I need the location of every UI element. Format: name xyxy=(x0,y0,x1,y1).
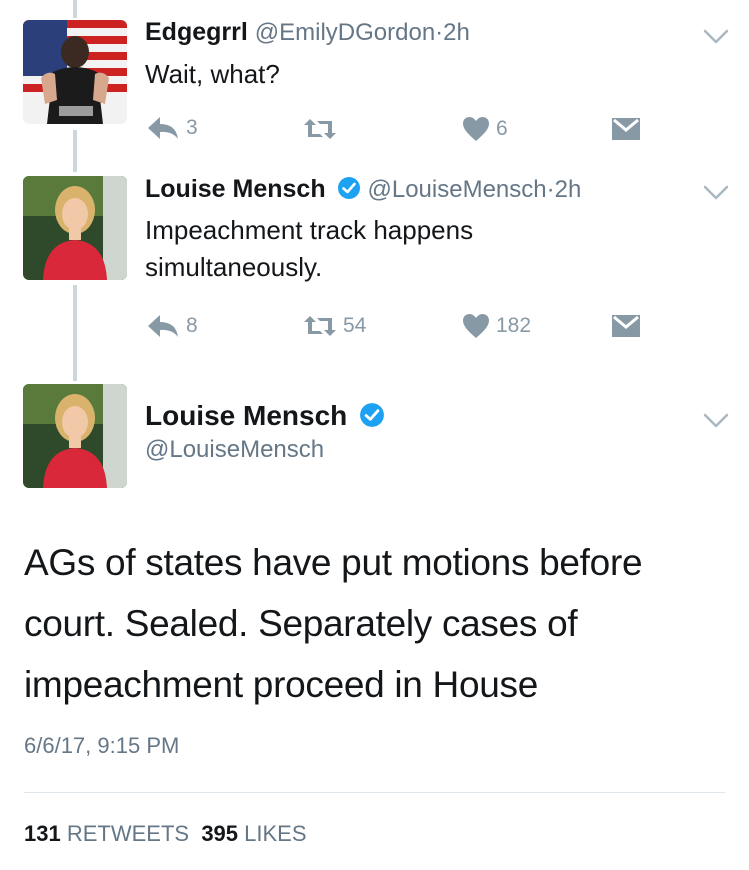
like-button[interactable]: 6 xyxy=(462,116,508,142)
retweet-count: 54 xyxy=(343,314,367,337)
like-count: 182 xyxy=(496,314,532,337)
reply-button[interactable]: 8 xyxy=(146,313,198,339)
main-tweet-name-row: Louise Mensch xyxy=(145,400,385,432)
verified-badge-icon xyxy=(360,403,384,427)
main-tweet-line3: impeachment proceed in House xyxy=(24,664,539,705)
retweet-total: 131 xyxy=(24,821,61,846)
retweets-label: RETWEETS xyxy=(66,821,190,846)
chevron-down-icon[interactable] xyxy=(703,413,729,429)
tweet-timestamp[interactable]: 6/6/17, 9:15 PM xyxy=(24,733,179,759)
reply-count: 3 xyxy=(186,116,198,139)
like-count: 6 xyxy=(496,117,508,140)
divider xyxy=(24,792,725,793)
tweet1-name[interactable]: Edgegrrl xyxy=(145,18,248,46)
thread-line-top xyxy=(73,0,77,18)
tweet1-time[interactable]: 2h xyxy=(443,19,470,46)
tweet2-name[interactable]: Louise Mensch xyxy=(145,175,326,203)
tweet1-header: Edgegrrl @EmilyDGordon·2h xyxy=(145,18,470,46)
reply-icon xyxy=(148,315,178,337)
main-tweet-handle[interactable]: @LouiseMensch xyxy=(145,436,324,464)
main-tweet-text: AGs of states have put motions before co… xyxy=(24,532,724,715)
avatar[interactable] xyxy=(23,176,127,280)
tweet2-text-line2: simultaneously. xyxy=(145,252,323,282)
tweet1-handle[interactable]: @EmilyDGordon xyxy=(255,19,435,46)
retweet-button[interactable] xyxy=(303,117,337,141)
chevron-down-icon[interactable] xyxy=(703,29,729,45)
verified-badge-icon xyxy=(337,177,360,199)
tweet2-header: Louise Mensch @LouiseMensch·2h xyxy=(145,175,582,203)
reply-icon xyxy=(148,117,178,139)
dm-icon xyxy=(612,118,640,140)
thread-line-2 xyxy=(73,285,77,381)
chevron-down-icon[interactable] xyxy=(703,185,729,201)
like-button[interactable]: 182 xyxy=(462,313,531,339)
avatar[interactable] xyxy=(23,384,127,488)
thread-line-1 xyxy=(73,130,77,172)
main-tweet-line2: court. Sealed. Separately cases of xyxy=(24,603,578,644)
main-tweet-line1: AGs of states have put motions before xyxy=(24,542,643,583)
tweet1-text: Wait, what? xyxy=(145,59,280,89)
dm-button[interactable] xyxy=(611,314,641,338)
like-icon xyxy=(463,117,489,141)
retweet-icon xyxy=(304,316,336,336)
retweet-button[interactable]: 54 xyxy=(303,314,366,338)
likes-label: LIKES xyxy=(244,821,307,846)
retweets-stat[interactable]: 131 RETWEETS xyxy=(24,821,189,846)
like-icon xyxy=(463,314,489,338)
reply-count: 8 xyxy=(186,314,198,337)
retweet-icon xyxy=(304,119,336,139)
like-total: 395 xyxy=(201,821,239,846)
tweet2-text: Impeachment track happens simultaneously… xyxy=(145,212,473,286)
reply-button[interactable]: 3 xyxy=(146,115,198,141)
engagement-stats: 131 RETWEETS 395 LIKES xyxy=(24,821,307,847)
dm-icon xyxy=(612,315,640,337)
likes-stat[interactable]: 395 LIKES xyxy=(201,821,306,846)
tweet2-text-line1: Impeachment track happens xyxy=(145,215,474,245)
avatar[interactable] xyxy=(23,20,127,124)
tweet2-handle[interactable]: @LouiseMensch xyxy=(368,176,547,203)
dm-button[interactable] xyxy=(611,117,641,141)
tweet2-time[interactable]: 2h xyxy=(555,176,582,203)
main-tweet-name[interactable]: Louise Mensch xyxy=(145,400,347,431)
